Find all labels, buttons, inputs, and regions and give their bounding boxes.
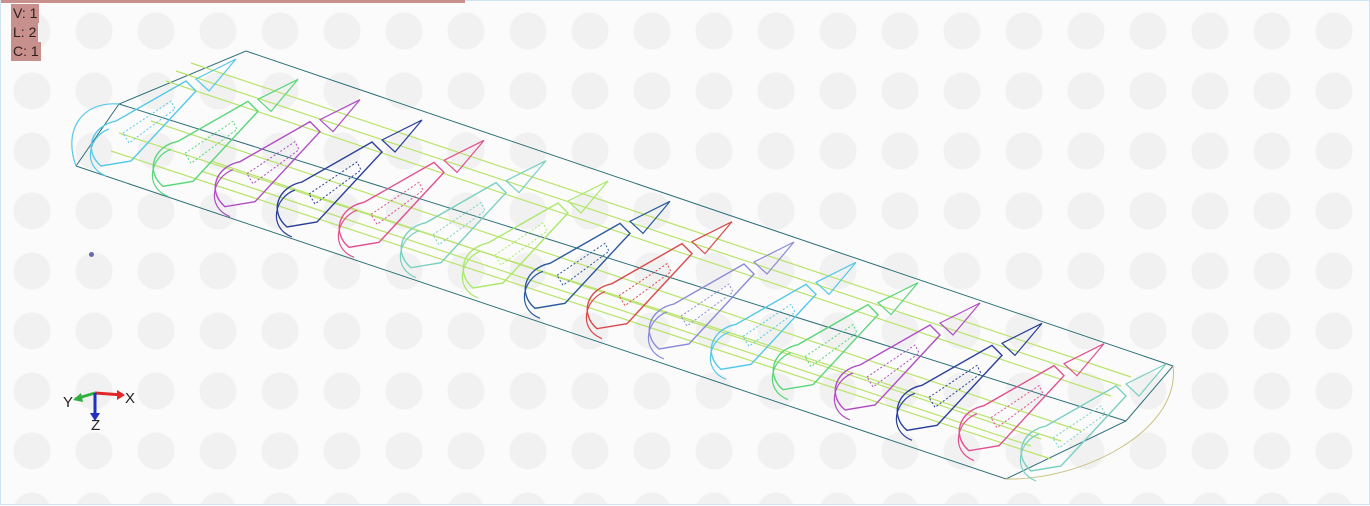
rib-body xyxy=(772,303,879,391)
spar-line-5 xyxy=(190,62,1132,378)
spar-line-3 xyxy=(165,80,1112,397)
triad-y-label: Y xyxy=(63,394,74,411)
wing-tip-curve xyxy=(1005,365,1174,480)
wing-structure-model[interactable] xyxy=(1,1,1370,506)
3d-viewport[interactable]: V: 1 L: 2 C: 1 X Y Z xyxy=(0,0,1370,505)
rib-aft-segment xyxy=(380,119,423,153)
rib-aft-segment xyxy=(1000,322,1043,357)
spar-line-2 xyxy=(150,120,1082,432)
rib-aft-segment xyxy=(1062,343,1105,377)
spar-line-1 xyxy=(118,132,1062,442)
y-axis-arrowhead xyxy=(73,393,83,402)
x-axis-arrowhead xyxy=(117,390,125,400)
rib-aft-segment xyxy=(938,302,981,336)
spar-line-0 xyxy=(110,150,1052,460)
rib-body xyxy=(710,283,817,371)
triad-x-label: X xyxy=(125,390,136,407)
pick-point-marker xyxy=(89,252,94,257)
rib-aft-segment xyxy=(1124,363,1167,397)
rib-aft-segment xyxy=(318,99,361,133)
rib-16[interactable] xyxy=(1019,363,1167,482)
rib-aft-segment xyxy=(256,78,299,113)
triad-z-label: Z xyxy=(91,417,101,434)
wing-outline xyxy=(75,50,1174,480)
rib-body xyxy=(834,324,941,411)
leading-edge-line xyxy=(118,103,1127,422)
